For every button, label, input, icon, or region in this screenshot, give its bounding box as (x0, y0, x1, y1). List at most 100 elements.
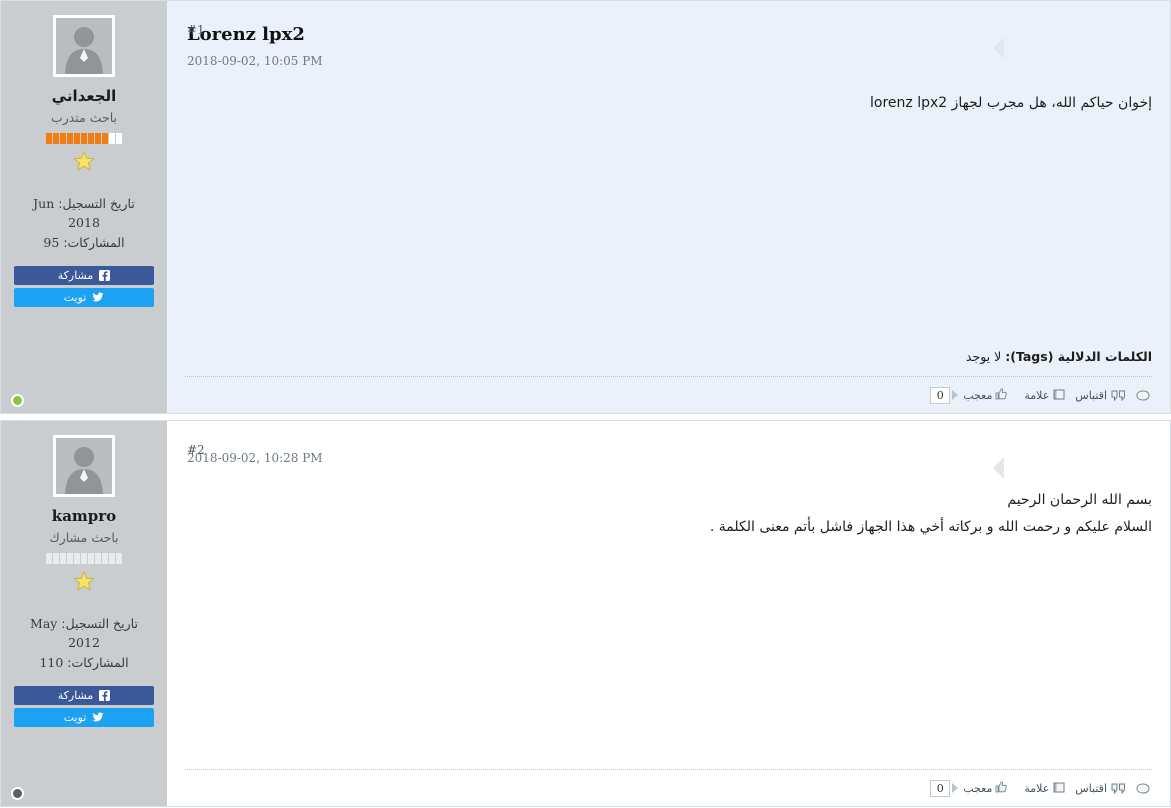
facebook-icon (99, 269, 111, 281)
posts-count-row: المشاركات: 110 (11, 653, 157, 672)
like-label: معجب (963, 388, 993, 402)
post-2-body-line-2: السلام عليكم و رحمت الله و بركاته أخي هذ… (709, 518, 1152, 535)
default-avatar-icon (56, 18, 112, 74)
flag-icon (1053, 389, 1065, 401)
posts-count-value: 95 (43, 234, 60, 250)
rep-segment (116, 552, 122, 564)
rep-segment (109, 132, 115, 144)
user-stats: تاريخ التسجيل: May 2012 المشاركات: 110 (11, 614, 157, 672)
facebook-icon (99, 689, 111, 701)
reputation-bar (45, 552, 123, 564)
post-2-toolbar: اقتباس علامة معجب 0 (185, 770, 1152, 806)
post-1-body-line-1: إخوان حياكم الله، هل مجرب لجهاز lorenz l… (870, 95, 1152, 111)
facebook-share-button[interactable]: مشاركة (14, 685, 154, 705)
posts-count-row: المشاركات: 95 (11, 233, 157, 252)
twitter-icon (92, 292, 104, 303)
rep-segment (102, 552, 108, 564)
post-1-content-area: #1 Lorenz lpx2 2018-09-02, 10:05 PM إخوا… (167, 1, 1170, 413)
rep-segment (67, 552, 73, 564)
post-2-spacer (185, 540, 1152, 769)
avatar[interactable] (53, 435, 115, 497)
twitter-share-label: تويت (63, 710, 87, 724)
like-group: معجب 0 (930, 386, 1010, 404)
thumbs-up-icon (995, 780, 1008, 796)
join-date-label: تاريخ التسجيل: (61, 615, 138, 631)
share-buttons: مشاركة تويت (11, 685, 157, 727)
forum-thread-page: #1 Lorenz lpx2 2018-09-02, 10:05 PM إخوا… (0, 0, 1171, 808)
rep-segment (88, 552, 94, 564)
rep-segment (46, 132, 52, 144)
quote-button[interactable]: اقتباس (1075, 783, 1126, 794)
avatar[interactable] (53, 15, 115, 77)
post-2-side-pointer-icon (993, 457, 1004, 479)
flag-icon (1053, 782, 1065, 794)
like-button[interactable]: معجب (960, 780, 1010, 796)
rep-segment (116, 132, 122, 144)
post-1-tags: الكلمات الدلالية (Tags): لا يوجد (185, 349, 1152, 376)
facebook-share-label: مشاركة (57, 268, 94, 282)
flag-button[interactable]: علامة (1024, 782, 1065, 794)
join-date-month: Jun (33, 195, 55, 211)
twitter-share-button[interactable]: تويت (14, 707, 154, 727)
quote-label: اقتباس (1075, 388, 1107, 402)
status-indicator-online (13, 396, 22, 405)
default-avatar-icon (56, 438, 112, 494)
posts-count-value: 110 (39, 654, 64, 670)
thumbs-up-icon (995, 387, 1008, 403)
twitter-share-label: تويت (63, 290, 87, 304)
user-name[interactable]: kampro (11, 507, 157, 527)
post-1: #1 Lorenz lpx2 2018-09-02, 10:05 PM إخوا… (0, 0, 1171, 414)
post-1-tags-label: الكلمات الدلالية (Tags): (1005, 349, 1152, 364)
like-group: معجب 0 (930, 779, 1010, 797)
flag-label: علامة (1024, 388, 1050, 402)
like-count[interactable]: 0 (930, 779, 951, 797)
rep-segment (74, 552, 80, 564)
twitter-icon (92, 712, 104, 723)
rep-segment (53, 552, 59, 564)
tag-button[interactable] (1136, 782, 1150, 794)
user-title: باحث مشارك (49, 529, 119, 545)
like-label: معجب (963, 781, 993, 795)
like-button[interactable]: معجب (960, 387, 1010, 403)
tag-button[interactable] (1136, 389, 1150, 401)
user-title: باحث متدرب (50, 109, 118, 125)
like-arrow-icon (952, 783, 959, 793)
post-1-spacer (185, 117, 1152, 349)
tag-icon (1136, 389, 1150, 401)
join-date-row: تاريخ التسجيل: Jun (11, 194, 157, 213)
join-date-year: 2018 (68, 215, 100, 231)
status-indicator-offline (13, 789, 22, 798)
rep-segment (88, 132, 94, 144)
flag-label: علامة (1024, 781, 1050, 795)
quote-label: اقتباس (1075, 781, 1107, 795)
rep-segment (60, 552, 66, 564)
post-1-side-pointer-icon (993, 37, 1004, 59)
post-1-toolbar: اقتباس علامة معجب 0 (185, 377, 1152, 413)
post-1-title[interactable]: Lorenz lpx2 (185, 24, 1152, 45)
post-1-user-card: الجعداني باحث متدرب تاريخ التسجيل: Jun 2… (1, 1, 167, 413)
post-2-user-card: kampro باحث مشارك تاريخ التسجيل: May 201… (1, 421, 167, 806)
rep-segment (102, 132, 108, 144)
rep-segment (67, 132, 73, 144)
facebook-share-button[interactable]: مشاركة (14, 265, 154, 285)
user-name[interactable]: الجعداني (11, 87, 157, 107)
rep-segment (81, 132, 87, 144)
rep-segment (81, 552, 87, 564)
quote-icon (1111, 390, 1126, 401)
post-1-tags-value: لا يوجد (965, 349, 1002, 364)
rep-segment (46, 552, 52, 564)
quote-button[interactable]: اقتباس (1075, 390, 1126, 401)
post-1-date: 2018-09-02, 10:05 PM (187, 54, 323, 68)
post-2-number[interactable]: #2 (187, 443, 205, 457)
post-2-content-area: #2 2018-09-02, 10:28 PM بسم الله الرحمان… (167, 421, 1170, 806)
rep-segment (60, 132, 66, 144)
post-2-body: بسم الله الرحمان الرحيم السلام عليكم و ر… (185, 487, 1152, 540)
post-1-number[interactable]: #1 (187, 23, 205, 37)
post-2: #2 2018-09-02, 10:28 PM بسم الله الرحمان… (0, 420, 1171, 807)
twitter-share-button[interactable]: تويت (14, 287, 154, 307)
flag-button[interactable]: علامة (1024, 389, 1065, 401)
like-count[interactable]: 0 (930, 386, 951, 404)
star-icon (73, 570, 95, 591)
rep-segment (109, 552, 115, 564)
rep-segment (95, 132, 101, 144)
